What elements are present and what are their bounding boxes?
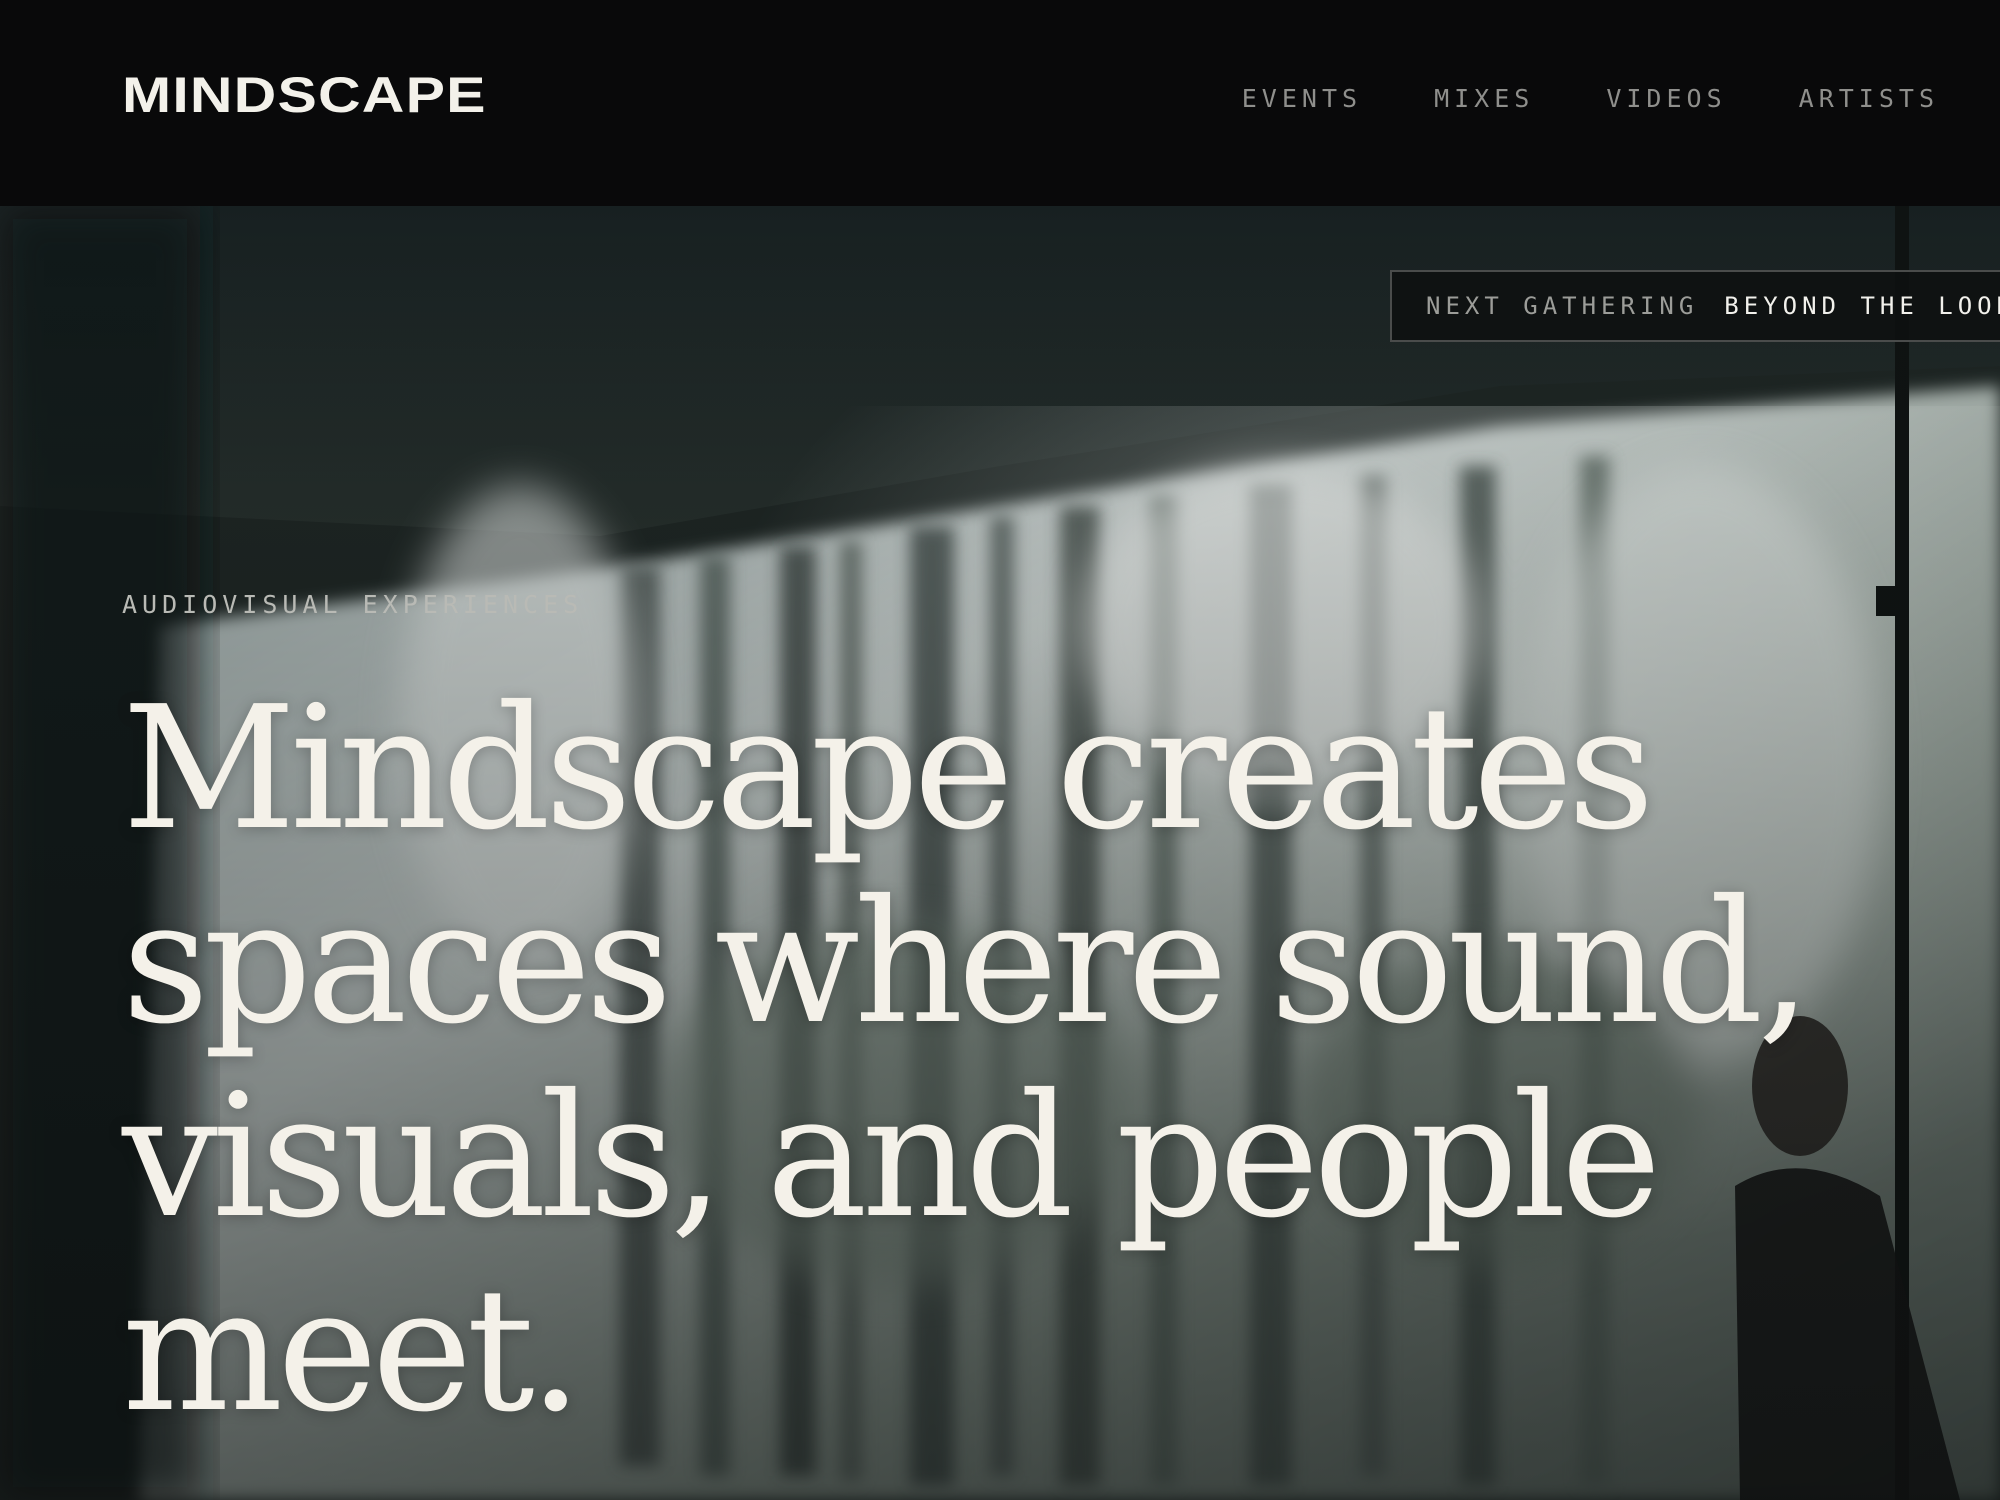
next-gathering-ticker[interactable]: NEXT GATHERING BEYOND THE LOOKIN [1390,270,2000,342]
nav-item-mixes[interactable]: MIXES [1434,86,1534,111]
site-logo[interactable]: MINDSCAPE [122,70,487,120]
main-nav: EVENTS MIXES VIDEOS ARTISTS [1242,86,1939,111]
hero-headline: Mindscape creates spaces where sound, vi… [122,670,1811,1450]
hero-eyebrow: AUDIOVISUAL EXPERIENCES [122,590,584,619]
nav-item-videos[interactable]: VIDEOS [1606,86,1726,111]
ticker-label: NEXT GATHERING [1426,292,1699,320]
site-header: MINDSCAPE EVENTS MIXES VIDEOS ARTISTS [0,0,2000,206]
nav-item-events[interactable]: EVENTS [1242,86,1362,111]
ticker-event-title: BEYOND THE LOOKIN [1724,292,2000,320]
page: MINDSCAPE EVENTS MIXES VIDEOS ARTISTS NE… [0,0,2000,1500]
nav-item-artists[interactable]: ARTISTS [1799,86,1939,111]
